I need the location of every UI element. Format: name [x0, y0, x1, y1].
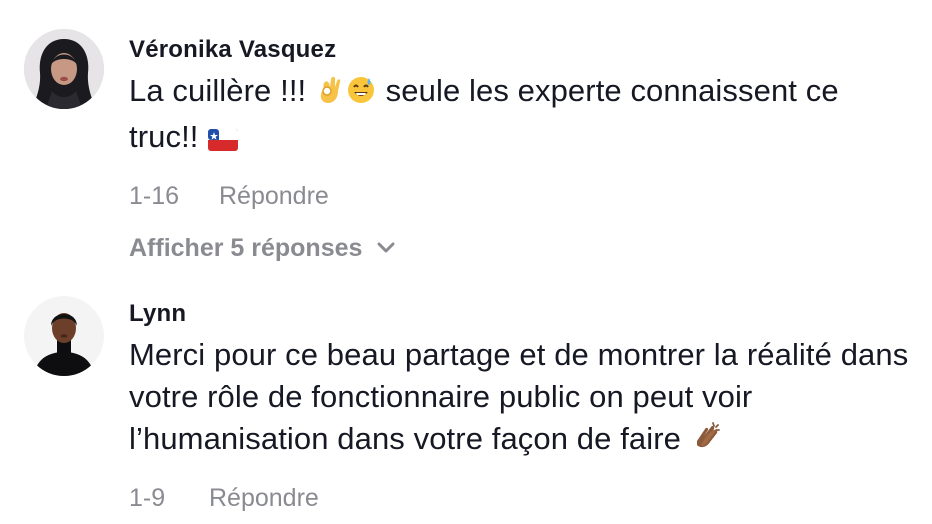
comment-text: Merci pour ce beau partage et de montrer…	[129, 334, 909, 464]
comment-text-part: La cuillère !!!	[129, 73, 315, 108]
chevron-down-icon	[377, 242, 395, 253]
avatar-image	[24, 29, 104, 109]
avatar[interactable]	[24, 29, 104, 109]
comment-username[interactable]: Véronika Vasquez	[129, 36, 909, 64]
chile-flag-emoji-icon	[208, 120, 239, 162]
avatar[interactable]	[24, 296, 104, 376]
comment-meta: 1-9 Répondre	[129, 482, 909, 514]
comment-meta: 1-16 Répondre	[129, 180, 909, 212]
reply-button[interactable]: Répondre	[219, 182, 329, 211]
comment-date: 1-9	[129, 483, 166, 512]
view-replies-button[interactable]: Afficher 5 réponses	[129, 232, 396, 264]
sweat-smile-emoji-icon	[346, 74, 376, 116]
comment-text-part: Merci pour ce beau partage et de montrer…	[129, 337, 909, 456]
ok-hand-emoji-icon	[316, 74, 344, 116]
view-replies-label: Afficher 5 réponses	[129, 233, 363, 262]
comment-username[interactable]: Lynn	[129, 300, 909, 328]
reply-button[interactable]: Répondre	[209, 484, 319, 513]
comment-text: La cuillère !!! seule les experte connai…	[129, 70, 909, 162]
avatar-image	[24, 296, 104, 376]
comment-date: 1-16	[129, 181, 180, 210]
clapping-hands-emoji-icon	[691, 421, 723, 464]
